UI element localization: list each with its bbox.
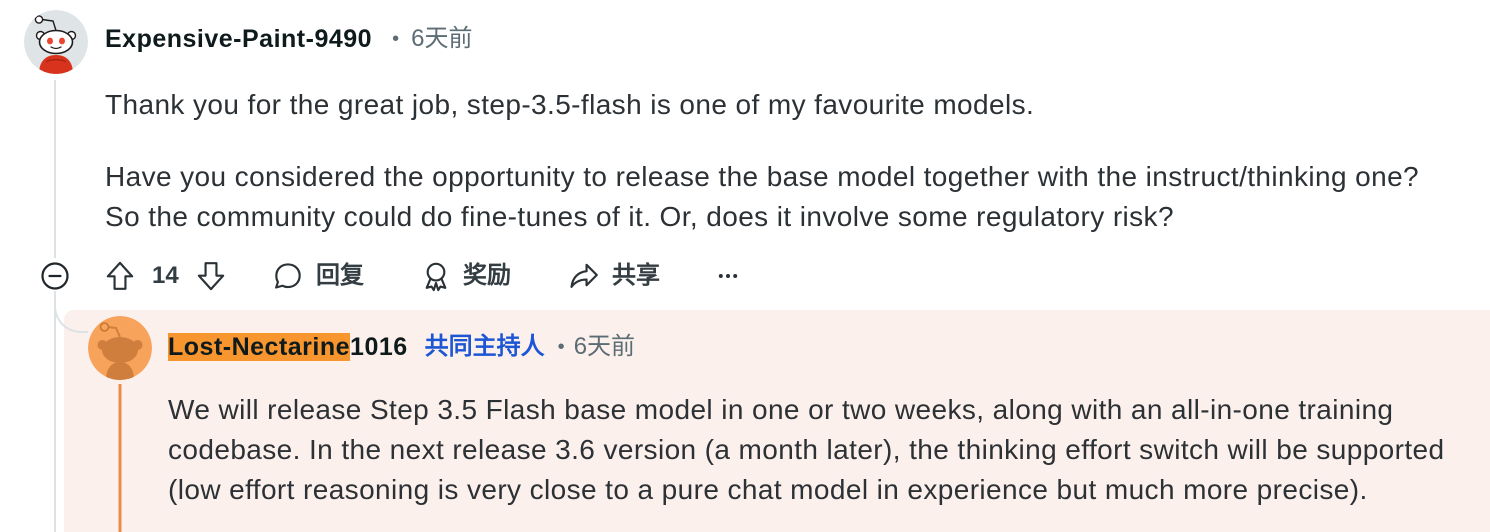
ellipsis-icon [712,260,744,292]
avatar[interactable] [88,316,152,380]
comment-body-paragraph: Thank you for the great job, step-3.5-fl… [105,89,1035,120]
arrow-down-outline-icon [195,260,227,292]
meta-separator: • [392,28,400,50]
share-arrow-icon [568,260,600,292]
collapse-thread-button[interactable] [41,258,69,294]
reply-author-suffix: 1016 [350,333,408,361]
search-match-highlight: Lost-Nectarine [168,333,351,361]
moderator-badge: 共同主持人 [424,333,545,360]
reply-label: 回复 [316,262,364,289]
comment-body-paragraph: Have you considered the opportunity to r… [105,161,1420,232]
reply-button[interactable]: 回复 [272,258,364,294]
reply-author[interactable]: Lost-Nectarine1016 [168,333,408,361]
comment-meta: Expensive-Paint-9490 • 6天前 [105,22,472,56]
comment-thread: Expensive-Paint-9490 • 6天前 Thank you for… [0,0,1490,532]
minus-circle-icon [41,262,69,290]
avatar[interactable] [24,10,88,74]
more-options-button[interactable] [712,258,744,294]
share-button[interactable]: 共享 [568,258,660,294]
reply-timestamp[interactable]: 6天前 [574,333,635,361]
upvote-button[interactable] [104,258,136,294]
reply-meta: Lost-Nectarine1016 共同主持人 • 6天前 [168,330,635,364]
comment-timestamp[interactable]: 6天前 [411,25,472,53]
meta-separator: • [557,336,565,358]
arrow-up-outline-icon [104,260,136,292]
speech-bubble-icon [272,260,304,292]
snoo-avatar-icon [24,10,88,74]
award-button[interactable]: 奖励 [420,258,511,294]
share-label: 共享 [612,262,660,289]
award-label: 奖励 [463,262,511,289]
snoo-avatar-icon [88,316,152,380]
comment-author[interactable]: Expensive-Paint-9490 [105,25,372,53]
vote-score: 14 [152,262,179,289]
downvote-button[interactable] [195,258,227,294]
comment-action-bar: 14 回复 奖励 共享 [0,258,800,294]
award-medal-icon [420,260,452,292]
reply-body-paragraph: We will release Step 3.5 Flash base mode… [168,394,1445,505]
